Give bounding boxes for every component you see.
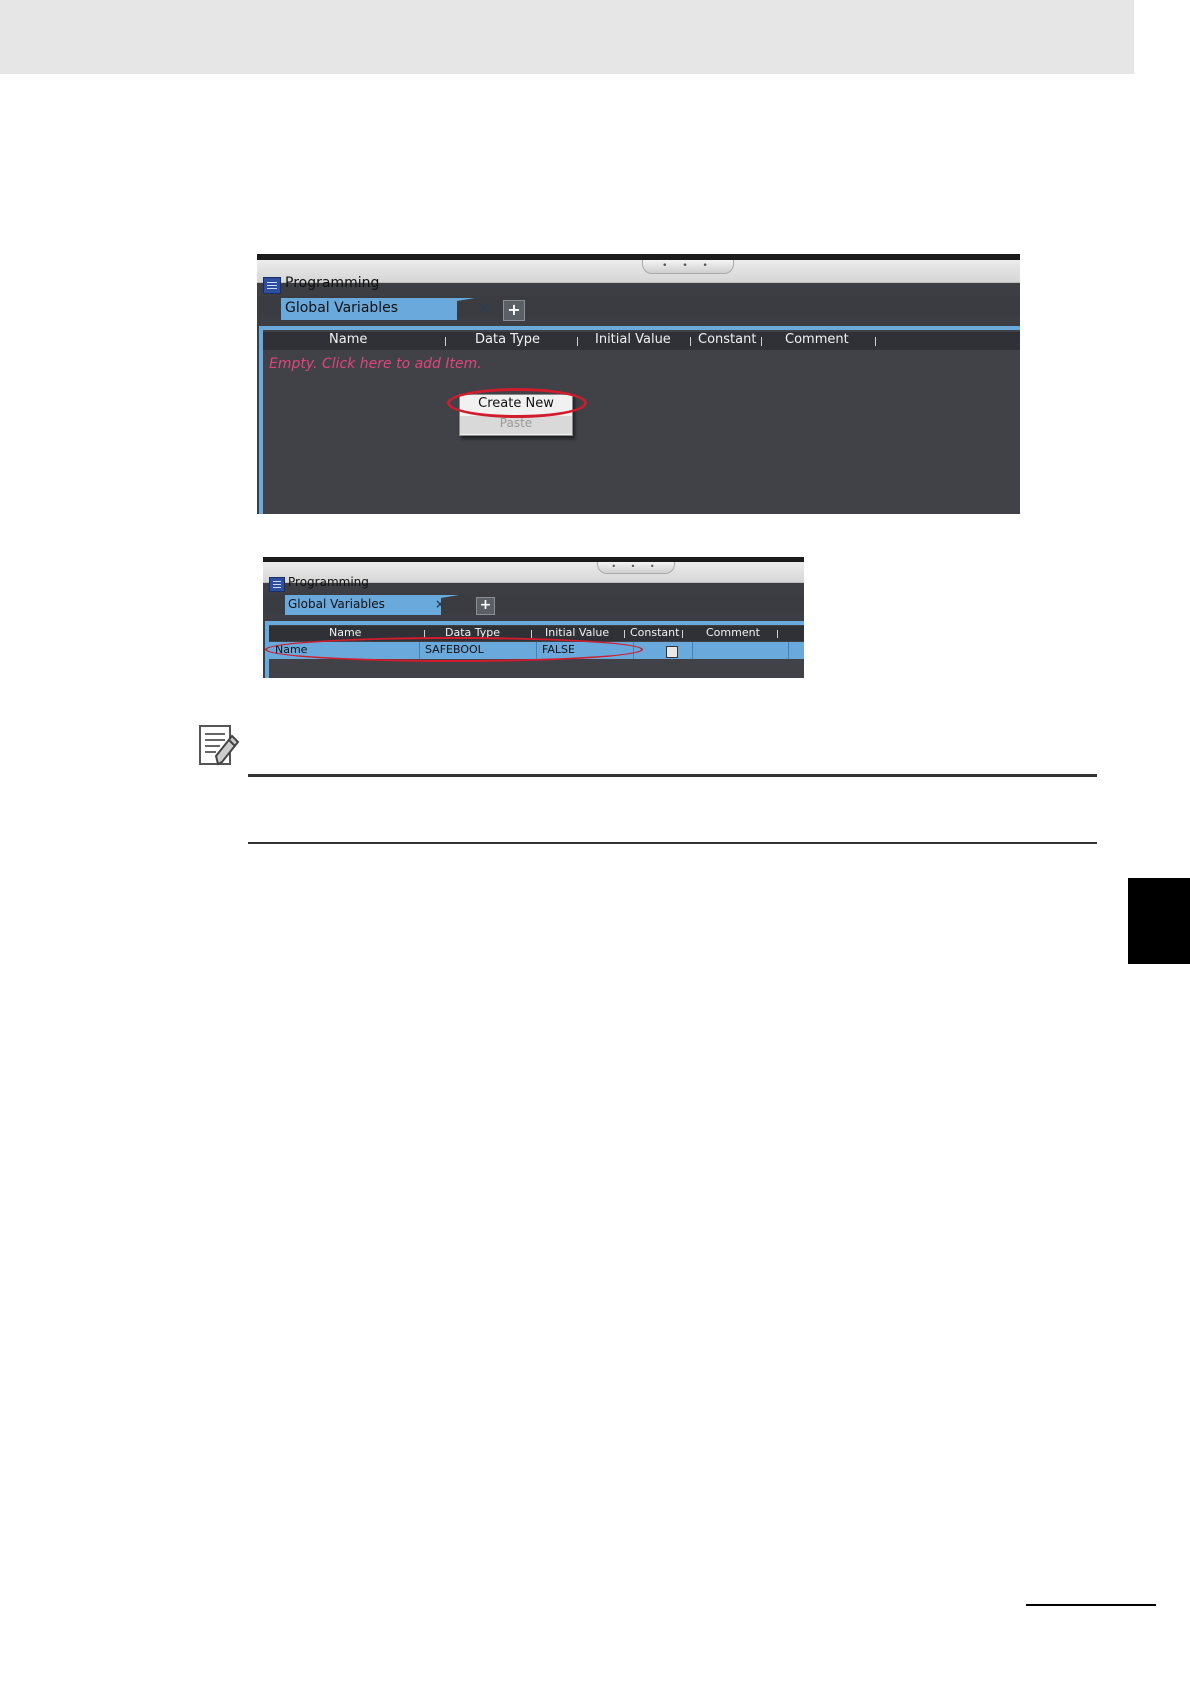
pane-title: Programming <box>285 275 380 291</box>
note-top-rule <box>248 774 1097 777</box>
pane-grip[interactable]: • • • <box>642 260 734 274</box>
pane-title: Programming <box>288 575 369 589</box>
column-separator <box>875 337 876 346</box>
column-constant[interactable]: Constant <box>630 626 679 639</box>
cell-divider <box>788 642 789 659</box>
close-icon[interactable]: × <box>435 597 445 611</box>
column-data-type[interactable]: Data Type <box>475 332 540 347</box>
empty-add-item-text[interactable]: Empty. Click here to add Item. <box>269 356 482 372</box>
tab-global-variables[interactable]: Global Variables × <box>281 298 491 320</box>
tab-global-variables[interactable]: Global Variables × <box>285 595 459 615</box>
screenshot-create-new: • • • Programming Global Variables × + N… <box>257 254 1020 514</box>
column-separator <box>445 337 446 346</box>
tab-label: Global Variables <box>288 597 385 611</box>
column-separator <box>777 630 778 638</box>
cell-divider <box>692 642 693 659</box>
pane-grip[interactable]: • • • <box>597 562 675 574</box>
menu-item-paste: Paste <box>460 416 572 434</box>
column-initial-value[interactable]: Initial Value <box>545 626 609 639</box>
chapter-side-tab <box>1128 878 1190 964</box>
column-separator <box>624 630 625 638</box>
close-icon[interactable]: × <box>479 300 491 316</box>
additional-information-icon <box>199 725 240 766</box>
column-separator <box>531 630 532 638</box>
page-header-band <box>0 0 1134 74</box>
highlight-ring <box>447 388 587 418</box>
variable-table-frame: Name Data Type Initial Value Constant Co… <box>265 621 804 678</box>
column-separator <box>577 337 578 346</box>
column-name[interactable]: Name <box>329 626 361 639</box>
column-separator <box>690 337 691 346</box>
column-constant[interactable]: Constant <box>698 332 756 347</box>
footer-rule <box>1026 1604 1156 1606</box>
column-header-row: Name Data Type Initial Value Constant Co… <box>263 332 1020 350</box>
constant-checkbox[interactable] <box>666 646 678 658</box>
column-separator <box>682 630 683 638</box>
screenshot-new-variable-row: • • • Programming Global Variables × + N… <box>263 557 804 678</box>
variable-table-frame: Name Data Type Initial Value Constant Co… <box>259 326 1020 514</box>
programming-icon <box>269 577 285 592</box>
column-comment[interactable]: Comment <box>706 626 760 639</box>
note-bottom-rule <box>248 842 1097 844</box>
tab-label: Global Variables <box>285 300 399 316</box>
add-tab-button[interactable]: + <box>503 300 525 321</box>
programming-icon <box>263 277 281 294</box>
column-name[interactable]: Name <box>329 332 367 347</box>
highlight-ring <box>265 637 643 662</box>
column-comment[interactable]: Comment <box>785 332 849 347</box>
add-tab-button[interactable]: + <box>476 597 495 615</box>
column-initial-value[interactable]: Initial Value <box>595 332 671 347</box>
column-separator <box>761 337 762 346</box>
